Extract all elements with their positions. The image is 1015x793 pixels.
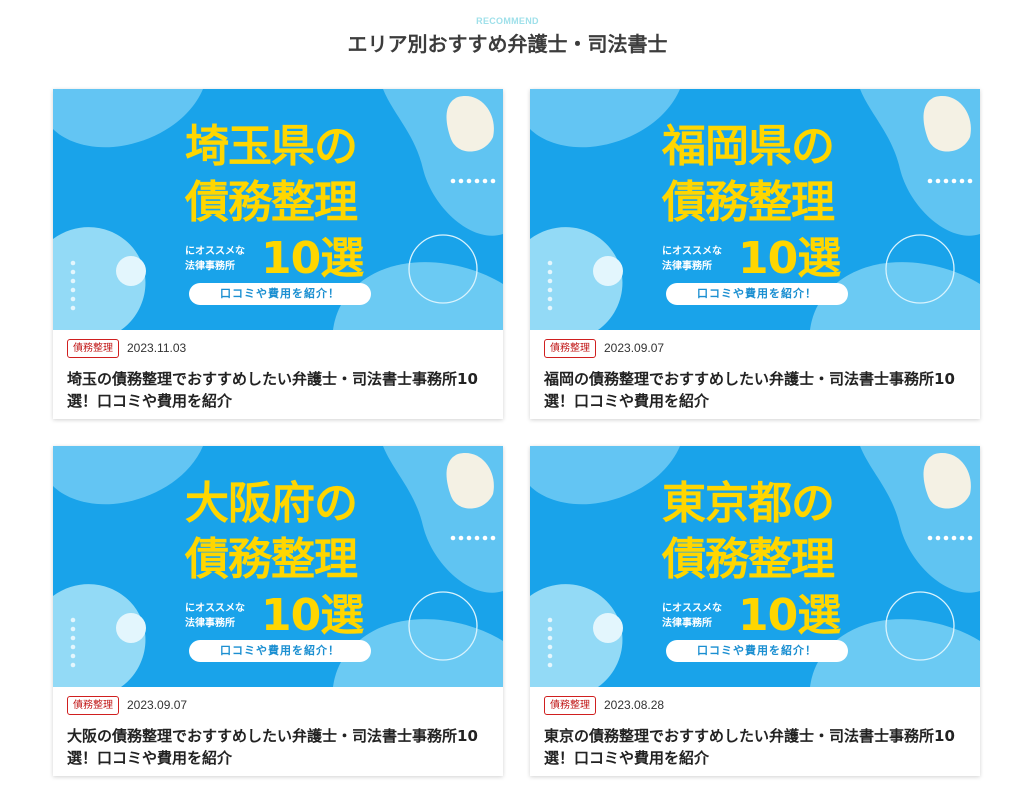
thumbnail-title-line2: 債務整理 — [185, 177, 358, 228]
thumbnail-title-line1: 東京都の — [662, 478, 835, 529]
thumbnail-title-art: 埼玉県の 債務整理 にオススメな 法律事務所 10選 — [185, 119, 375, 283]
article-title[interactable]: 東京の債務整理でおすすめしたい弁護士・司法書士事務所10選！口コミや費用を紹介 — [530, 716, 980, 769]
thumbnail-title-line2: 債務整理 — [185, 534, 358, 585]
thumbnail-pill: 口コミや費用を紹介！ — [666, 640, 848, 662]
article-card[interactable]: 東京都の 債務整理 にオススメな 法律事務所 10選 口コミや費用を紹介！ 債務… — [530, 446, 980, 776]
thumbnail-sub-row: にオススメな 法律事務所 10選 — [662, 235, 852, 283]
thumbnail-title-art: 東京都の 債務整理 にオススメな 法律事務所 10選 — [662, 476, 852, 640]
thumbnail-subtext-line2: 法律事務所 — [185, 261, 235, 272]
thumbnail-sub-row: にオススメな 法律事務所 10選 — [185, 592, 375, 640]
thumbnail-subtext-line1: にオススメな — [662, 603, 722, 614]
thumbnail-big-number: 10選 — [738, 590, 841, 641]
thumbnail-subtext: にオススメな 法律事務所 — [662, 601, 738, 631]
article-date: 2023.09.07 — [604, 341, 665, 355]
category-tag[interactable]: 債務整理 — [544, 338, 596, 358]
article-meta: 債務整理 2023.11.03 — [53, 330, 503, 359]
article-title[interactable]: 大阪の債務整理でおすすめしたい弁護士・司法書士事務所10選！口コミや費用を紹介 — [53, 716, 503, 769]
thumbnail-sub-row: にオススメな 法律事務所 10選 — [185, 235, 375, 283]
thumbnail-title-line2: 債務整理 — [662, 177, 835, 228]
thumbnail-subtext: にオススメな 法律事務所 — [185, 244, 261, 274]
thumbnail-subtext-line2: 法律事務所 — [662, 618, 712, 629]
category-tag[interactable]: 債務整理 — [67, 695, 119, 715]
article-meta: 債務整理 2023.08.28 — [530, 687, 980, 716]
category-tag[interactable]: 債務整理 — [67, 338, 119, 358]
article-title[interactable]: 埼玉の債務整理でおすすめしたい弁護士・司法書士事務所10選！口コミや費用を紹介 — [53, 359, 503, 412]
thumbnail-pill: 口コミや費用を紹介！ — [189, 283, 371, 305]
section-header: RECOMMEND エリア別おすすめ弁護士・司法書士 — [0, 0, 1015, 74]
thumbnail-pill: 口コミや費用を紹介！ — [189, 640, 371, 662]
thumbnail-sub-row: にオススメな 法律事務所 10選 — [662, 592, 852, 640]
section-heading: エリア別おすすめ弁護士・司法書士 — [347, 32, 668, 56]
article-card[interactable]: 大阪府の 債務整理 にオススメな 法律事務所 10選 口コミや費用を紹介！ 債務… — [53, 446, 503, 776]
category-tag[interactable]: 債務整理 — [544, 695, 596, 715]
thumbnail-big-number: 10選 — [261, 590, 364, 641]
thumbnail-subtext-line2: 法律事務所 — [662, 261, 712, 272]
thumbnail-big-number: 10選 — [261, 233, 364, 284]
thumbnail-title-line2: 債務整理 — [662, 534, 835, 585]
thumbnail-subtext-line1: にオススメな — [662, 246, 722, 257]
thumbnail-title-art: 大阪府の 債務整理 にオススメな 法律事務所 10選 — [185, 476, 375, 640]
thumbnail-big-number: 10選 — [738, 233, 841, 284]
thumbnail-subtext-line2: 法律事務所 — [185, 618, 235, 629]
thumbnail-title-line1: 福岡県の — [662, 121, 835, 172]
article-date: 2023.09.07 — [127, 698, 188, 712]
thumbnail-pill: 口コミや費用を紹介！ — [666, 283, 848, 305]
thumbnail-subtext: にオススメな 法律事務所 — [662, 244, 738, 274]
thumbnail-title-art: 福岡県の 債務整理 にオススメな 法律事務所 10選 — [662, 119, 852, 283]
article-thumbnail[interactable]: 大阪府の 債務整理 にオススメな 法律事務所 10選 口コミや費用を紹介！ — [53, 446, 503, 687]
thumbnail-title-line1: 大阪府の — [185, 478, 358, 529]
article-card[interactable]: 埼玉県の 債務整理 にオススメな 法律事務所 10選 口コミや費用を紹介！ 債務… — [53, 89, 503, 419]
article-thumbnail[interactable]: 埼玉県の 債務整理 にオススメな 法律事務所 10選 口コミや費用を紹介！ — [53, 89, 503, 330]
thumbnail-title-line1: 埼玉県の — [185, 121, 358, 172]
article-date: 2023.11.03 — [127, 341, 187, 355]
thumbnail-subtext: にオススメな 法律事務所 — [185, 601, 261, 631]
thumbnail-subtext-line1: にオススメな — [185, 246, 245, 257]
article-meta: 債務整理 2023.09.07 — [530, 330, 980, 359]
article-thumbnail[interactable]: 東京都の 債務整理 にオススメな 法律事務所 10選 口コミや費用を紹介！ — [530, 446, 980, 687]
section-eyebrow: RECOMMEND — [476, 16, 539, 26]
article-title[interactable]: 福岡の債務整理でおすすめしたい弁護士・司法書士事務所10選！口コミや費用を紹介 — [530, 359, 980, 412]
article-card[interactable]: 福岡県の 債務整理 にオススメな 法律事務所 10選 口コミや費用を紹介！ 債務… — [530, 89, 980, 419]
article-meta: 債務整理 2023.09.07 — [53, 687, 503, 716]
thumbnail-subtext-line1: にオススメな — [185, 603, 245, 614]
article-date: 2023.08.28 — [604, 698, 665, 712]
article-thumbnail[interactable]: 福岡県の 債務整理 にオススメな 法律事務所 10選 口コミや費用を紹介！ — [530, 89, 980, 330]
